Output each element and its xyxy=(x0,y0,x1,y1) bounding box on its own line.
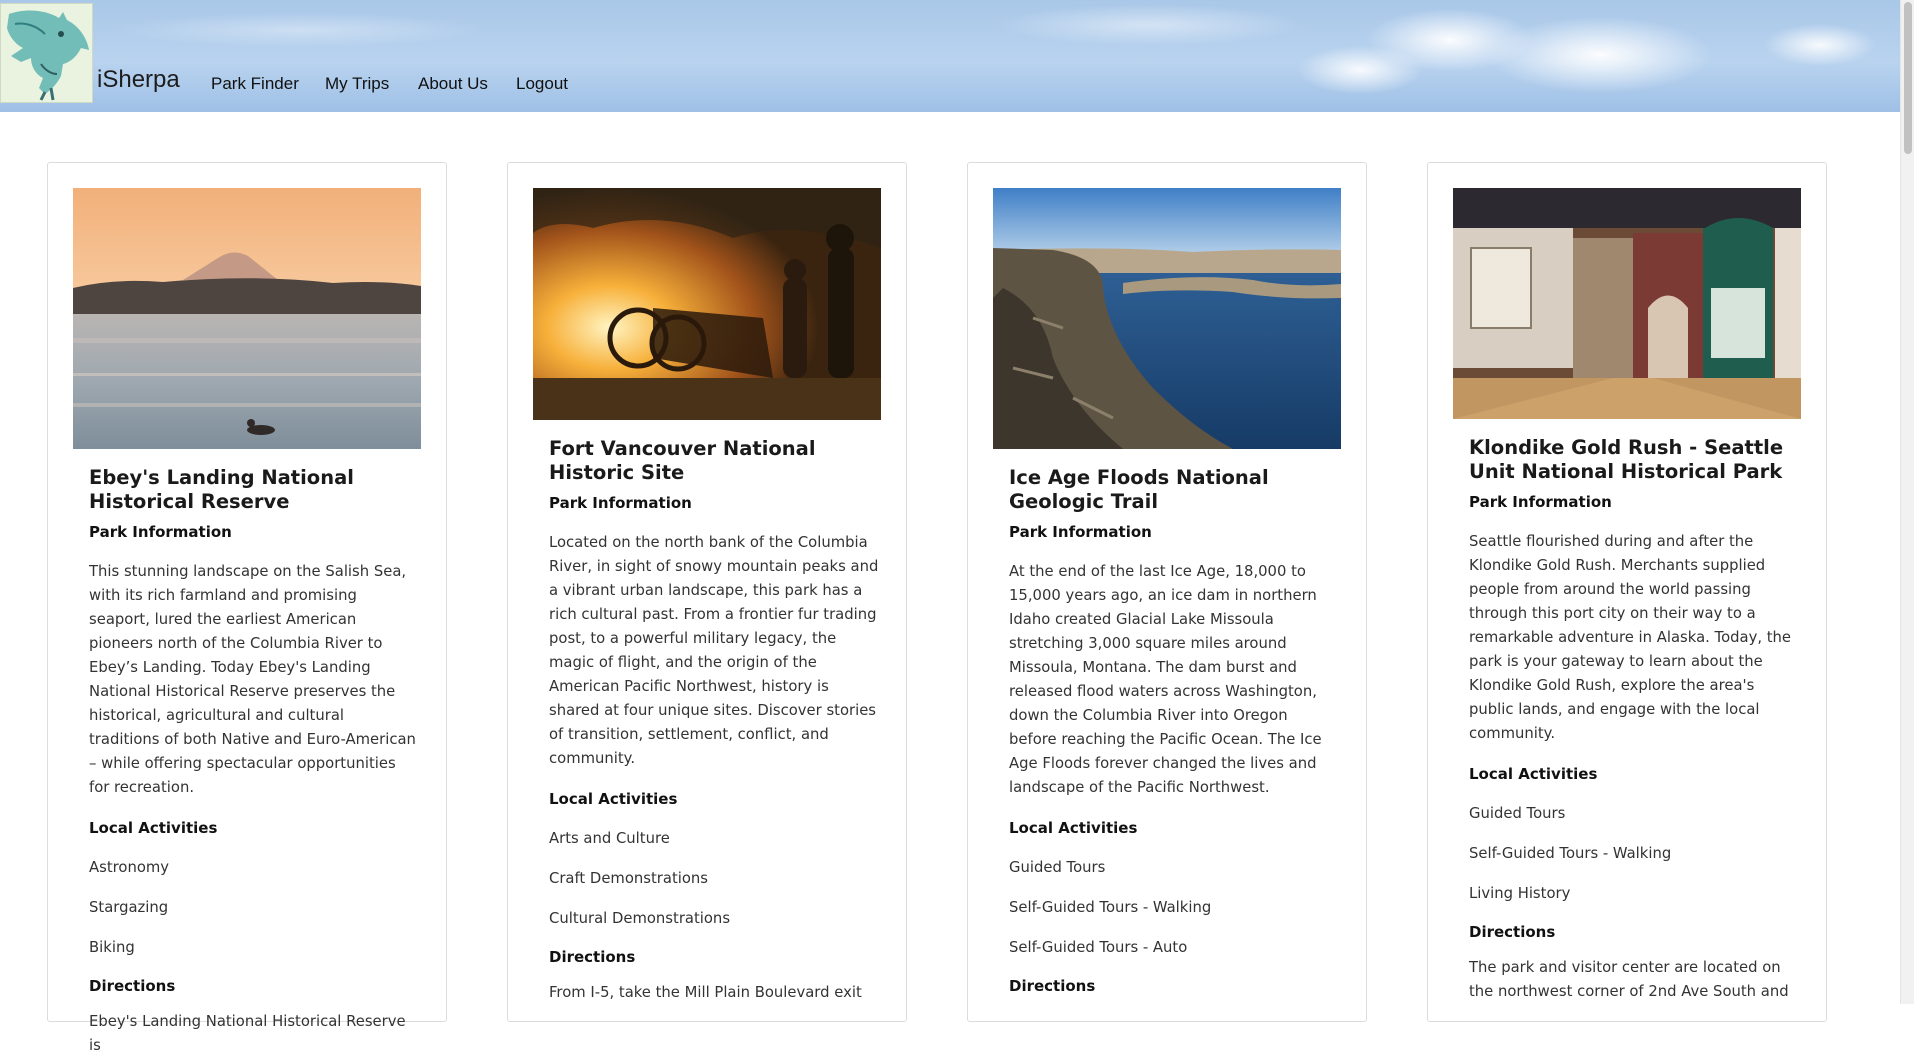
activity-item: Living History xyxy=(1469,885,1571,902)
activity-item: Biking xyxy=(89,939,135,956)
activity-item: Cultural Demonstrations xyxy=(549,910,731,927)
card-body: Ebey's Landing National Historical Reser… xyxy=(89,466,419,1058)
local-activities-label: Local Activities xyxy=(1009,819,1138,837)
directions-text: The park and visitor center are located … xyxy=(1469,959,1789,1000)
directions-text: Ebey's Landing National Historical Reser… xyxy=(89,1013,406,1054)
local-activities-label: Local Activities xyxy=(549,790,678,808)
activity-item: Self-Guided Tours - Walking xyxy=(1009,899,1212,916)
card-body: Fort Vancouver National Historic Site Pa… xyxy=(549,437,879,1005)
park-title[interactable]: Ice Age Floods National Geologic Trail xyxy=(1009,466,1339,514)
park-photo xyxy=(73,188,421,449)
park-title[interactable]: Klondike Gold Rush - Seattle Unit Nation… xyxy=(1469,436,1799,484)
local-activities-label: Local Activities xyxy=(89,819,218,837)
card-body: Ice Age Floods National Geologic Trail P… xyxy=(1009,466,1339,1010)
park-description: Located on the north bank of the Columbi… xyxy=(549,534,879,767)
activity-item: Self-Guided Tours - Walking xyxy=(1469,845,1672,862)
directions-label: Directions xyxy=(89,977,176,995)
brand-name[interactable]: iSherpa xyxy=(97,66,180,94)
activity-item: Arts and Culture xyxy=(549,830,670,847)
park-card: Ice Age Floods National Geologic Trail P… xyxy=(967,162,1367,1022)
activity-item: Astronomy xyxy=(89,859,170,876)
park-card: Ebey's Landing National Historical Reser… xyxy=(47,162,447,1054)
activity-item: Craft Demonstrations xyxy=(549,870,708,887)
scrollbar-thumb[interactable] xyxy=(1904,2,1912,154)
nav-park-finder[interactable]: Park Finder xyxy=(211,74,299,94)
park-photo xyxy=(1453,188,1801,419)
park-info-label: Park Information xyxy=(549,494,692,512)
activity-item: Self-Guided Tours - Auto xyxy=(1009,939,1188,956)
local-activities-label: Local Activities xyxy=(1469,765,1598,783)
park-info-label: Park Information xyxy=(1009,523,1152,541)
activity-item: Stargazing xyxy=(89,899,169,916)
directions-text: From I-5, take the Mill Plain Boulevard … xyxy=(549,984,862,1001)
directions-label: Directions xyxy=(549,948,636,966)
park-info-label: Park Information xyxy=(1469,493,1612,511)
park-info-label: Park Information xyxy=(89,523,232,541)
park-title[interactable]: Ebey's Landing National Historical Reser… xyxy=(89,466,419,514)
card-body: Klondike Gold Rush - Seattle Unit Nation… xyxy=(1469,436,1799,1004)
nav-logout[interactable]: Logout xyxy=(516,74,568,94)
park-title[interactable]: Fort Vancouver National Historic Site xyxy=(549,437,879,485)
goat-logo-icon[interactable] xyxy=(0,3,93,103)
activity-item: Guided Tours xyxy=(1009,859,1106,876)
directions-label: Directions xyxy=(1009,977,1096,995)
park-card: Klondike Gold Rush - Seattle Unit Nation… xyxy=(1427,162,1827,1022)
park-description: At the end of the last Ice Age, 18,000 t… xyxy=(1009,563,1322,796)
activity-item: Guided Tours xyxy=(1469,805,1566,822)
park-description: Seattle flourished during and after the … xyxy=(1469,533,1792,742)
nav-about-us[interactable]: About Us xyxy=(418,74,488,94)
header-banner: iSherpa Park Finder My Trips About Us Lo… xyxy=(0,0,1900,112)
park-photo xyxy=(533,188,881,420)
park-description: This stunning landscape on the Salish Se… xyxy=(89,563,416,796)
vertical-scrollbar[interactable] xyxy=(1900,0,1914,1004)
nav-my-trips[interactable]: My Trips xyxy=(325,74,389,94)
park-photo xyxy=(993,188,1341,449)
directions-label: Directions xyxy=(1469,923,1556,941)
park-card: Fort Vancouver National Historic Site Pa… xyxy=(507,162,907,1022)
